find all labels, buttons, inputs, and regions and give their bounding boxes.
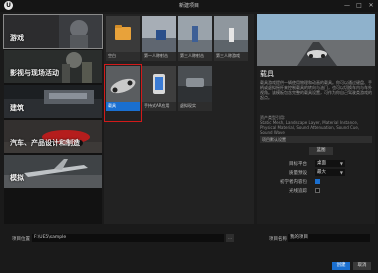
details-description: 载具游戏提供一辆使用物理和动画的载具。你可以通过键盘、手柄或虚拟摇杆来控制载具的… xyxy=(260,80,372,100)
chevron-down-icon: ▼ xyxy=(339,170,343,175)
category-label: 游戏 xyxy=(10,34,24,42)
template-vr[interactable]: 虚拟现实 xyxy=(178,66,212,111)
close-button[interactable]: ✕ xyxy=(366,1,376,10)
category-games[interactable]: 游戏 xyxy=(3,14,103,49)
target-platform-value: 桌面 xyxy=(317,161,326,166)
project-name-label: 项目名称 xyxy=(269,237,287,242)
maximize-button[interactable]: □ xyxy=(354,1,364,10)
target-platform-dropdown[interactable]: 桌面 ▼ xyxy=(315,160,345,167)
raytracing-checkbox[interactable] xyxy=(315,188,320,193)
third-person-thumbnail xyxy=(214,16,248,52)
category-film-live-events[interactable]: 影视与现场活动 xyxy=(4,50,102,83)
starter-content-row: 初学者内容包 xyxy=(257,178,375,186)
category-label: 影视与现场活动 xyxy=(10,69,59,77)
category-simulation[interactable]: 模拟 xyxy=(4,155,102,188)
template-third-person-shooter[interactable]: 第三人称射击 xyxy=(178,16,212,61)
quality-preset-row: 质量预设 最大 ▼ xyxy=(257,169,375,177)
selection-highlight xyxy=(104,64,142,122)
folder-icon xyxy=(106,16,140,52)
third-person-shooter-thumbnail xyxy=(178,16,212,52)
create-button[interactable]: 创建 xyxy=(332,262,350,270)
quality-preset-label: 质量预设 xyxy=(289,171,307,176)
blueprint-toggle-button[interactable]: 蓝图 xyxy=(309,147,333,155)
template-preview-image xyxy=(257,14,375,66)
template-label: 第三人称游戏 xyxy=(216,53,240,58)
bottom-bar: 项目位置 F:\UE5\sample … 项目名称 我的项目 创建 取消 xyxy=(0,226,378,273)
architecture-thumbnail xyxy=(4,85,102,118)
category-automotive[interactable]: 汽车、产品设计和制造 xyxy=(4,120,102,153)
raytracing-row: 光线追踪 xyxy=(257,187,375,195)
category-list: 游戏 影视与现场活动 建筑 汽车、产品设计和制造 模拟 xyxy=(3,14,103,224)
games-thumbnail xyxy=(4,15,102,48)
starter-content-checkbox[interactable] xyxy=(315,179,320,184)
template-handheld-ar[interactable]: 手持式AR应用 xyxy=(142,66,176,111)
template-first-person[interactable]: 第一人称射击 xyxy=(142,16,176,61)
target-platform-label: 目标平台 xyxy=(289,162,307,167)
cancel-button[interactable]: 取消 xyxy=(353,262,371,270)
category-label: 建筑 xyxy=(10,104,24,112)
chevron-down-icon: ▼ xyxy=(339,161,343,166)
project-location-label: 项目位置 xyxy=(12,237,30,242)
browse-folder-button[interactable]: … xyxy=(226,234,234,242)
template-label: 空白 xyxy=(108,53,116,58)
first-person-thumbnail xyxy=(142,16,176,52)
project-defaults-button[interactable]: 项目默认设置 xyxy=(260,136,372,143)
template-blank[interactable]: 空白 xyxy=(106,16,140,61)
template-label: 第三人称射击 xyxy=(180,53,204,58)
handheld-ar-thumbnail xyxy=(142,66,176,102)
category-label: 汽车、产品设计和制造 xyxy=(10,139,80,147)
window-title: 新建项目 xyxy=(178,3,199,9)
project-name-input[interactable]: 我的项目 xyxy=(288,234,370,242)
template-label: 虚拟现实 xyxy=(180,103,196,108)
details-title: 载具 xyxy=(260,70,274,78)
category-label: 模拟 xyxy=(10,174,24,182)
vr-thumbnail xyxy=(178,66,212,102)
raytracing-label: 光线追踪 xyxy=(289,189,307,194)
automotive-thumbnail xyxy=(4,120,102,153)
category-architecture[interactable]: 建筑 xyxy=(4,85,102,118)
title-bar: U 新建项目 — □ ✕ xyxy=(0,0,378,12)
quality-preset-dropdown[interactable]: 最大 ▼ xyxy=(315,169,345,176)
film-thumbnail xyxy=(4,50,102,83)
minimize-button[interactable]: — xyxy=(342,1,352,10)
details-panel: 载具 载具游戏提供一辆使用物理和动画的载具。你可以通过键盘、手柄或虚拟摇杆来控制… xyxy=(257,14,375,224)
project-location-input[interactable]: F:\UE5\sample xyxy=(32,234,224,242)
starter-content-label: 初学者内容包 xyxy=(280,180,307,185)
new-project-window: U 新建项目 — □ ✕ 游戏 影视与现场活动 建筑 汽车、产品设计和制造 模拟… xyxy=(0,0,378,273)
assets-list: Static Mesh, Landscape Layer, Material I… xyxy=(260,120,360,135)
template-third-person[interactable]: 第三人称游戏 xyxy=(214,16,248,61)
template-label: 第一人称射击 xyxy=(144,53,168,58)
target-platform-row: 目标平台 桌面 ▼ xyxy=(257,160,375,168)
quality-preset-value: 最大 xyxy=(317,170,326,175)
template-label: 手持式AR应用 xyxy=(144,103,170,108)
simulation-thumbnail xyxy=(4,155,102,188)
